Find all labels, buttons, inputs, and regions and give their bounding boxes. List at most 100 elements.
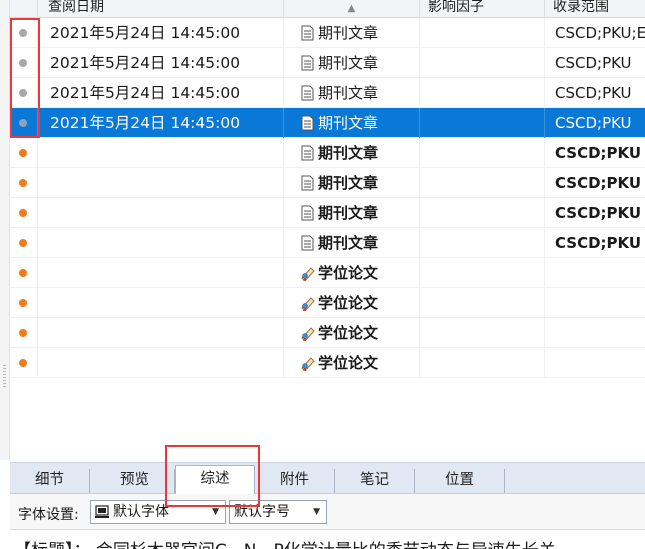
table-row[interactable]: 2021年5月24日 14:45:00 期刊文章 CSCD;PKU <box>10 108 645 138</box>
status-cell <box>10 18 38 48</box>
impact-cell <box>420 108 545 138</box>
type-cell: 学位论文 <box>284 258 420 288</box>
table-row[interactable]: 学位论文 <box>10 318 645 348</box>
range-cell: CSCD;PKU <box>555 84 632 102</box>
type-cell: 期刊文章 <box>284 168 420 198</box>
read-status-dot-icon <box>19 179 27 187</box>
type-label: 期刊文章 <box>318 84 379 102</box>
table-row[interactable]: 2021年5月24日 14:45:00 期刊文章 CSCD;PKU;E <box>10 18 645 48</box>
font-family-select[interactable]: 默认字体 ▼ <box>90 500 226 524</box>
splitter-grip[interactable] <box>3 365 6 387</box>
table-row[interactable]: 学位论文 <box>10 258 645 288</box>
type-label: 期刊文章 <box>318 144 379 162</box>
range-cell: CSCD;PKU <box>555 174 642 192</box>
impact-cell <box>420 258 545 288</box>
type-label: 期刊文章 <box>318 234 379 252</box>
date-cell <box>38 138 284 168</box>
tab-2[interactable]: 综述 <box>175 465 255 495</box>
date-cell <box>38 198 284 228</box>
status-cell <box>10 48 38 78</box>
table-row[interactable]: 学位论文 <box>10 288 645 318</box>
range-cell <box>545 288 645 318</box>
impact-cell <box>420 318 545 348</box>
header-status-column[interactable] <box>10 0 38 18</box>
table-row[interactable]: 期刊文章 CSCD;PKU <box>10 138 645 168</box>
table-row[interactable]: 2021年5月24日 14:45:00 期刊文章 CSCD;PKU <box>10 78 645 108</box>
tab-1[interactable]: 预览 <box>95 469 175 493</box>
table-row[interactable]: 学位论文 <box>10 348 645 378</box>
read-status-dot-icon <box>19 119 27 127</box>
table-row[interactable]: 期刊文章 CSCD;PKU <box>10 168 645 198</box>
read-status-dot-icon <box>19 149 27 157</box>
type-label: 期刊文章 <box>318 204 379 222</box>
date-cell: 2021年5月24日 14:45:00 <box>38 18 284 48</box>
range-cell: CSCD;PKU <box>555 144 642 162</box>
date-cell <box>38 318 284 348</box>
date-cell <box>38 258 284 288</box>
type-label: 期刊文章 <box>318 54 379 72</box>
impact-cell <box>420 138 545 168</box>
read-status-dot-icon <box>19 269 27 277</box>
tab-0[interactable]: 细节 <box>10 469 90 493</box>
impact-cell <box>420 228 545 258</box>
table-row[interactable]: 期刊文章 CSCD;PKU <box>10 228 645 258</box>
read-status-dot-icon <box>19 59 27 67</box>
type-label: 学位论文 <box>318 324 379 342</box>
range-cell: CSCD;PKU <box>555 54 632 72</box>
impact-cell <box>420 48 545 78</box>
sort-ascending-icon: ▲ <box>347 3 356 14</box>
grid-header: 查阅日期 ▲ 影响因子 收录范围 <box>10 0 645 18</box>
font-size-select[interactable]: 默认字号 ▼ <box>229 500 327 524</box>
status-cell <box>10 108 38 138</box>
tab-4[interactable]: 笔记 <box>335 469 415 493</box>
summary-title-text: 【标题】： 会同杉木器官间C、N、P化学计量比的季节动态与异速生长关 <box>14 536 556 549</box>
font-toolbar: 字体设置: 默认字体 ▼ 默认字号 ▼ <box>10 494 645 530</box>
type-cell: 期刊文章 <box>284 228 420 258</box>
type-cell: 期刊文章 <box>284 78 420 108</box>
date-cell: 2021年5月24日 14:45:00 <box>38 48 284 78</box>
range-cell <box>545 318 645 348</box>
header-type-column[interactable]: ▲ <box>284 0 420 18</box>
header-date-column[interactable]: 查阅日期 <box>38 0 284 18</box>
summary-preview: 【标题】： 会同杉木器官间C、N、P化学计量比的季节动态与异速生长关 <box>10 530 645 549</box>
impact-cell <box>420 168 545 198</box>
font-icon <box>95 505 109 518</box>
read-status-dot-icon <box>19 359 27 367</box>
type-cell: 期刊文章 <box>284 18 420 48</box>
status-cell <box>10 288 38 318</box>
tab-3[interactable]: 附件 <box>255 469 335 493</box>
status-cell <box>10 198 38 228</box>
type-label: 学位论文 <box>318 354 379 372</box>
tab-5[interactable]: 位置 <box>415 469 505 493</box>
type-cell: 学位论文 <box>284 348 420 378</box>
type-label: 期刊文章 <box>318 24 379 42</box>
impact-cell <box>420 78 545 108</box>
read-status-dot-icon <box>19 29 27 37</box>
header-range-column[interactable]: 收录范围 <box>545 0 645 18</box>
header-impact-column[interactable]: 影响因子 <box>420 0 545 18</box>
left-margin-strip <box>0 0 10 460</box>
read-status-dot-icon <box>19 299 27 307</box>
chevron-down-icon: ▼ <box>212 507 219 517</box>
type-label: 期刊文章 <box>318 174 379 192</box>
range-cell: CSCD;PKU <box>555 114 632 132</box>
read-status-dot-icon <box>19 239 27 247</box>
date-cell <box>38 168 284 198</box>
type-cell: 学位论文 <box>284 318 420 348</box>
chevron-down-icon: ▼ <box>313 507 320 517</box>
font-family-value: 默认字体 <box>113 504 169 520</box>
status-cell <box>10 138 38 168</box>
table-row[interactable]: 2021年5月24日 14:45:00 期刊文章 CSCD;PKU <box>10 48 645 78</box>
type-label: 学位论文 <box>318 294 379 312</box>
status-cell <box>10 78 38 108</box>
impact-cell <box>420 348 545 378</box>
type-label: 学位论文 <box>318 264 379 282</box>
font-settings-label: 字体设置: <box>18 507 79 523</box>
read-status-dot-icon <box>19 89 27 97</box>
date-cell <box>38 348 284 378</box>
status-cell <box>10 168 38 198</box>
reference-manager-window: 查阅日期 ▲ 影响因子 收录范围 2021年5月24日 14:45:00 期刊文章… <box>0 0 645 549</box>
impact-cell <box>420 288 545 318</box>
type-cell: 学位论文 <box>284 288 420 318</box>
table-row[interactable]: 期刊文章 CSCD;PKU <box>10 198 645 228</box>
